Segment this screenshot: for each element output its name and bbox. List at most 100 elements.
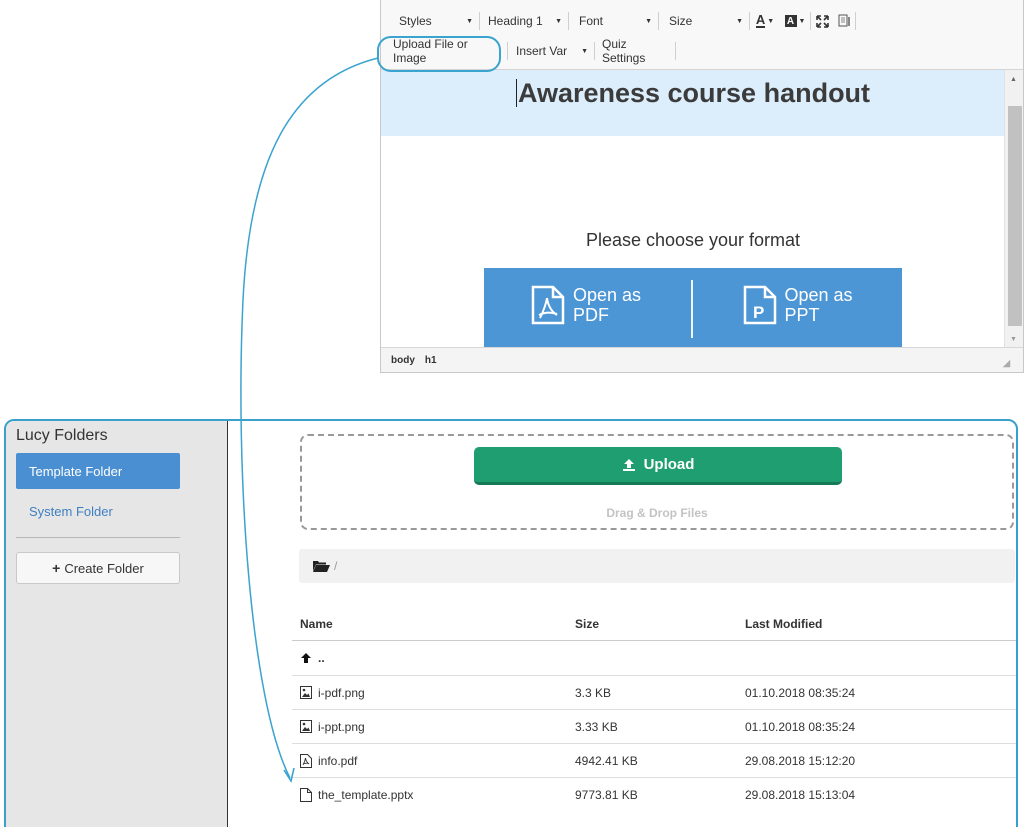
file-name[interactable]: the_template.pptx — [318, 788, 413, 802]
toolbar-row-1: Styles ▼ Heading 1 ▼ Font ▼ Size ▼ A ▼ A… — [381, 8, 856, 34]
file-name[interactable]: i-ppt.png — [318, 720, 365, 734]
breadcrumb-path: / — [334, 559, 338, 573]
path-body[interactable]: body — [391, 355, 415, 366]
sidebar-item-system-folder[interactable]: System Folder — [16, 493, 180, 529]
editor-content[interactable]: Awareness course handout Please choose y… — [381, 70, 1005, 347]
ppt-file-icon: P — [743, 285, 776, 325]
file-manager: Lucy Folders Template Folder System Fold… — [4, 419, 1018, 827]
open-ppt-label: Open as PPT — [784, 285, 853, 325]
file-table: Name Size Last Modified .. i-pdf.png 3.3… — [292, 607, 1016, 811]
show-blocks-icon — [838, 14, 850, 27]
table-header: Name Size Last Modified — [292, 607, 1016, 641]
breadcrumb: / — [299, 549, 1015, 583]
drop-zone[interactable]: Upload Drag & Drop Files — [300, 434, 1014, 530]
chevron-down-icon: ▼ — [736, 17, 743, 25]
scroll-down-icon[interactable]: ▼ — [1010, 336, 1017, 343]
file-size: 3.3 KB — [575, 685, 612, 700]
file-size: 9773.81 KB — [575, 787, 638, 802]
format-buttons: Open as PDF P Open as PPT — [484, 268, 902, 347]
file-size: 4942.41 KB — [575, 753, 638, 768]
toolbar-separator — [675, 42, 676, 60]
image-file-icon — [300, 686, 312, 699]
file-name-cell: info.pdf — [292, 753, 575, 768]
text-color-button[interactable]: A ▼ — [750, 10, 780, 32]
insert-var-dropdown[interactable]: Insert Var ▼ — [508, 40, 594, 62]
editor-scrollbar[interactable]: ▲ ▼ — [1004, 70, 1023, 347]
show-blocks-button[interactable] — [833, 10, 855, 32]
create-folder-button[interactable]: + Create Folder — [16, 552, 180, 584]
folder-sidebar: Lucy Folders Template Folder System Fold… — [6, 421, 228, 827]
format-divider — [690, 280, 693, 338]
document-heading: Awareness course handout — [381, 70, 1005, 109]
svg-text:P: P — [753, 303, 764, 322]
sidebar-item-template-folder[interactable]: Template Folder — [16, 453, 180, 489]
styles-label: Styles — [399, 14, 432, 28]
column-header-name[interactable]: Name — [292, 617, 575, 631]
file-name[interactable]: i-pdf.png — [318, 686, 365, 700]
resize-handle-icon[interactable]: ◢ — [1003, 358, 1010, 369]
plus-icon: + — [52, 560, 61, 576]
table-row[interactable]: i-ppt.png 3.33 KB 01.10.2018 08:35:24 — [292, 709, 1016, 743]
file-size: 3.33 KB — [575, 719, 618, 734]
column-header-size[interactable]: Size — [575, 617, 745, 631]
format-dropdown[interactable]: Heading 1 ▼ — [480, 10, 568, 32]
chevron-down-icon: ▼ — [466, 17, 473, 25]
background-color-button[interactable]: A ▼ — [780, 10, 810, 32]
insert-var-label: Insert Var — [516, 44, 568, 58]
upload-icon — [622, 458, 636, 472]
table-row[interactable]: the_template.pptx 9773.81 KB 29.08.2018 … — [292, 777, 1016, 811]
upload-label: Upload — [643, 456, 695, 473]
pdf-file-icon — [300, 753, 312, 768]
file-modified: 01.10.2018 08:35:24 — [745, 719, 856, 734]
table-row[interactable]: i-pdf.png 3.3 KB 01.10.2018 08:35:24 — [292, 675, 1016, 709]
format-label: Heading 1 — [488, 14, 543, 28]
upload-button[interactable]: Upload — [474, 447, 842, 485]
heading-text: Awareness course handout — [517, 78, 871, 108]
chevron-down-icon: ▼ — [555, 17, 562, 25]
chevron-down-icon: ▼ — [645, 17, 652, 25]
file-name-cell: the_template.pptx — [292, 787, 575, 802]
open-ppt-button[interactable]: P Open as PPT — [693, 268, 903, 347]
column-header-modified[interactable]: Last Modified — [745, 617, 1016, 631]
chevron-down-icon: ▼ — [798, 17, 806, 25]
parent-directory-cell: .. — [292, 651, 575, 665]
arrow-up-icon — [300, 652, 312, 664]
scrollbar-thumb[interactable] — [1008, 106, 1022, 326]
open-pdf-label: Open as PDF — [573, 285, 642, 325]
parent-directory-row[interactable]: .. — [292, 641, 1016, 675]
screenshot-root: Styles ▼ Heading 1 ▼ Font ▼ Size ▼ A ▼ A… — [0, 0, 1024, 827]
callout-highlight — [377, 36, 501, 72]
folder-open-icon[interactable] — [313, 560, 330, 572]
styles-dropdown[interactable]: Styles ▼ — [381, 10, 479, 32]
background-color-icon: A — [784, 15, 797, 27]
size-label: Size — [669, 14, 693, 28]
path-h1[interactable]: h1 — [425, 355, 437, 366]
maximize-icon — [815, 14, 829, 28]
drag-drop-text: Drag & Drop Files — [606, 506, 708, 520]
font-dropdown[interactable]: Font ▼ — [569, 10, 658, 32]
text-caret — [515, 79, 517, 107]
file-modified: 01.10.2018 08:35:24 — [745, 685, 856, 700]
image-file-icon — [300, 720, 312, 733]
sidebar-divider — [16, 537, 180, 538]
scroll-up-icon[interactable]: ▲ — [1010, 76, 1017, 83]
open-pdf-button[interactable]: Open as PDF — [484, 268, 691, 347]
pdf-file-icon — [531, 285, 565, 325]
heading-block: Awareness course handout — [381, 70, 1005, 136]
toolbar-separator — [855, 12, 856, 30]
file-modified: 29.08.2018 15:12:20 — [745, 753, 856, 768]
size-dropdown[interactable]: Size ▼ — [659, 10, 749, 32]
font-label: Font — [579, 14, 604, 28]
maximize-button[interactable] — [811, 10, 833, 32]
table-row[interactable]: info.pdf 4942.41 KB 29.08.2018 15:12:20 — [292, 743, 1016, 777]
file-name-cell: i-ppt.png — [292, 720, 575, 734]
chevron-down-icon: ▼ — [767, 17, 775, 25]
create-folder-label: Create Folder — [64, 560, 144, 576]
file-name[interactable]: info.pdf — [318, 754, 357, 768]
file-modified: 29.08.2018 15:13:04 — [745, 787, 856, 802]
quiz-settings-button[interactable]: Quiz Settings — [595, 37, 675, 65]
chevron-down-icon: ▼ — [581, 47, 588, 55]
choose-format-text: Please choose your format — [585, 230, 801, 250]
parent-directory-label: .. — [318, 651, 325, 665]
sidebar-title: Lucy Folders — [16, 427, 108, 444]
